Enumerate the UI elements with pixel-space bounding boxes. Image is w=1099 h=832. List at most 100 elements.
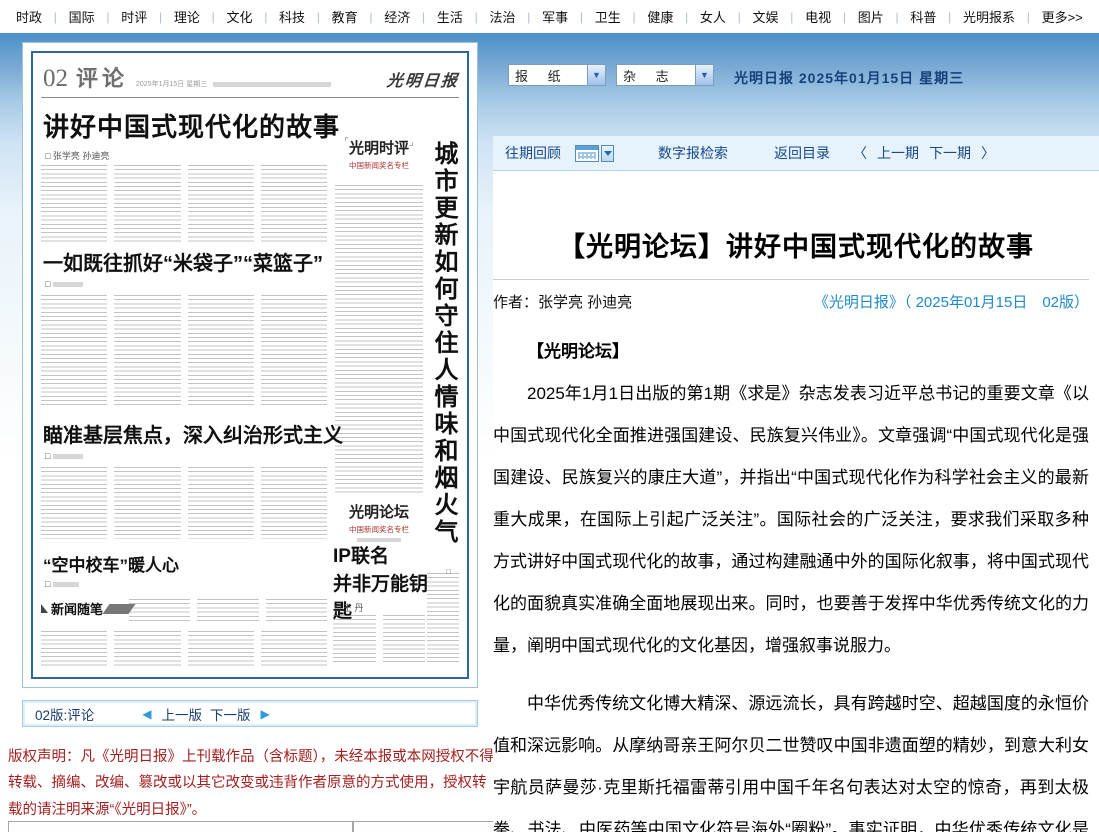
nav-item-6[interactable]: 科技 — [279, 7, 305, 26]
nav-separator: | — [475, 10, 478, 24]
newspaper-headline-2: 一如既往抓好“米袋子”“菜篮子” — [43, 247, 323, 276]
newspaper-headline-vertical: 城市更新如何守住人情味和烟火气 — [426, 141, 461, 559]
newspaper-thumbnail-frame: 02 评论 2025年1月15日 星期三 光明日报 讲好中国式现代化的故事 □ … — [22, 42, 478, 688]
nav-item-20[interactable]: 更多>> — [1042, 7, 1083, 26]
nav-separator: | — [896, 10, 899, 24]
nav-separator: | — [54, 10, 57, 24]
nav-item-18[interactable]: 科普 — [910, 7, 936, 26]
nav-item-4[interactable]: 理论 — [174, 7, 200, 26]
nav-item-8[interactable]: 经济 — [384, 7, 410, 26]
nav-separator: | — [580, 10, 583, 24]
newspaper-byline-2: □ — [45, 279, 83, 289]
paper-select[interactable]: 报 纸 ▼ — [508, 64, 606, 86]
current-page-label: 02版:评论 — [35, 704, 94, 724]
suibi-column-tag: 新闻随笔 — [41, 599, 132, 618]
newsprint-text-texture — [335, 185, 423, 495]
newspaper-byline-ip: □ 王 丹 — [335, 601, 363, 614]
nav-item-15[interactable]: 文娱 — [753, 7, 779, 26]
magazine-select[interactable]: 杂 志 ▼ — [616, 64, 714, 86]
prev-issue-arrow-icon[interactable]: 〈 — [853, 143, 867, 163]
nav-item-12[interactable]: 卫生 — [595, 7, 621, 26]
newsprint-text-texture — [41, 631, 327, 667]
back-issues-link[interactable]: 往期回顾 — [505, 143, 561, 163]
next-page-arrow-icon[interactable]: ▶ — [261, 707, 270, 721]
next-issue-arrow-icon[interactable]: 〉 — [981, 143, 995, 163]
prev-page-arrow-icon[interactable]: ◀ — [142, 707, 151, 721]
nav-item-16[interactable]: 电视 — [805, 7, 831, 26]
newsprint-text-texture — [41, 467, 327, 539]
prev-page-link[interactable]: 上一版 — [162, 704, 203, 724]
nav-separator: | — [685, 10, 688, 24]
article-meta-row: 作者：张学亮 孙迪亮 《光明日报》（ 2025年01月15日 02版） — [493, 291, 1089, 312]
newspaper-section-name: 评论 — [76, 61, 128, 93]
footer-box-left — [8, 821, 353, 832]
tag-wedge-icon — [41, 604, 48, 613]
next-issue-link[interactable]: 下一期 — [929, 143, 971, 163]
article-paragraph-1: 2025年1月1日出版的第1期《求是》杂志发表习近平总书记的重要文章《以中国式现… — [493, 373, 1089, 667]
newspaper-byline-3: □ — [45, 451, 83, 461]
page-navigation-bar: 02版:评论 ◀ 上一版 下一版 ▶ — [22, 700, 478, 727]
nav-item-7[interactable]: 教育 — [332, 7, 358, 26]
nav-item-3[interactable]: 时评 — [121, 7, 147, 26]
newsprint-text-texture — [41, 295, 327, 405]
nav-separator: | — [790, 10, 793, 24]
nav-item-9[interactable]: 生活 — [437, 7, 463, 26]
nav-separator: | — [1027, 10, 1030, 24]
newspaper-header: 02 评论 2025年1月15日 星期三 光明日报 — [43, 59, 459, 93]
issue-navigation: 〈 上一期 下一期 〉 — [853, 143, 995, 163]
shiping-column-box: ⌜光明时评⌟ 中国新闻奖名专栏 — [333, 137, 425, 171]
article-title: 【光明论坛】讲好中国式现代化的故事 — [493, 225, 1099, 264]
select-dropdown-button[interactable]: ▼ — [695, 65, 713, 85]
nav-item-11[interactable]: 军事 — [542, 7, 568, 26]
newspaper-headline-4: “空中校车”暖人心 — [43, 551, 179, 576]
nav-item-1[interactable]: 时政 — [16, 7, 42, 26]
prev-issue-link[interactable]: 上一期 — [877, 143, 919, 163]
article-source: 《光明日报》（ 2025年01月15日 02版） — [814, 291, 1089, 312]
nav-separator: | — [632, 10, 635, 24]
calendar-dropdown-button[interactable] — [601, 145, 614, 162]
newspaper-date-line: 2025年1月15日 星期三 — [136, 79, 331, 93]
newspaper-page-number: 02 — [43, 65, 68, 93]
article-panel: 【光明论坛】讲好中国式现代化的故事 作者：张学亮 孙迪亮 《光明日报》（ 202… — [493, 171, 1099, 832]
article-author: 作者：张学亮 孙迪亮 — [493, 291, 632, 312]
nav-separator: | — [843, 10, 846, 24]
back-to-toc-link[interactable]: 返回目录 — [774, 143, 830, 163]
newspaper-page-image[interactable]: 02 评论 2025年1月15日 星期三 光明日报 讲好中国式现代化的故事 □ … — [31, 51, 469, 679]
header-rule — [41, 97, 459, 98]
nav-separator: | — [738, 10, 741, 24]
newspaper-byline-main: □ 张学亮 孙迪亮 — [45, 149, 109, 162]
calendar-picker[interactable] — [575, 145, 614, 162]
top-navigation: 时政 | 国际 | 时评 | 理论 | 文化 | 科技 | 教育 | 经济 | 生活 | 法治 | 军事 | 卫生 | 健康 | 女… — [0, 0, 1099, 33]
nav-separator: | — [317, 10, 320, 24]
article-body: 【光明论坛】 2025年1月1日出版的第1期《求是》杂志发表习近平总书记的重要文… — [493, 331, 1089, 832]
select-dropdown-button[interactable]: ▼ — [587, 65, 605, 85]
luntan-column-box: 光明论坛 中国新闻奖名专栏 — [333, 501, 425, 542]
newsprint-text-texture — [333, 615, 425, 665]
nav-separator: | — [106, 10, 109, 24]
newsprint-text-texture — [129, 599, 327, 623]
article-paragraph-2: 中华优秀传统文化博大精深、源远流长，具有跨越时空、超越国度的永恒价值和深远影响。… — [493, 683, 1089, 832]
nav-separator: | — [212, 10, 215, 24]
newspaper-headline-3: 瞄准基层焦点，深入纠治形式主义 — [43, 419, 343, 448]
digital-search-link[interactable]: 数字报检索 — [658, 143, 728, 163]
nav-separator: | — [527, 10, 530, 24]
toolbar: 往期回顾 数字报检索 返回目录 〈 上一期 下一期 〉 — [493, 135, 1099, 171]
nav-item-19[interactable]: 光明报系 — [963, 7, 1015, 26]
nav-separator: | — [159, 10, 162, 24]
next-page-link[interactable]: 下一版 — [210, 704, 251, 724]
nav-item-2[interactable]: 国际 — [69, 7, 95, 26]
nav-separator: | — [422, 10, 425, 24]
nav-item-5[interactable]: 文化 — [226, 7, 252, 26]
nav-item-17[interactable]: 图片 — [858, 7, 884, 26]
nav-separator: | — [369, 10, 372, 24]
nav-item-14[interactable]: 女人 — [700, 7, 726, 26]
title-divider — [493, 279, 1089, 280]
nav-item-13[interactable]: 健康 — [647, 7, 673, 26]
calendar-icon[interactable] — [575, 145, 599, 162]
newsprint-text-texture — [41, 165, 327, 243]
nav-item-10[interactable]: 法治 — [489, 7, 515, 26]
issue-date-info: 光明日报 2025年01月15日 星期三 — [734, 68, 964, 88]
newsprint-text-texture — [427, 573, 459, 665]
article-column-tag: 【光明论坛】 — [493, 331, 1089, 373]
nav-separator: | — [264, 10, 267, 24]
